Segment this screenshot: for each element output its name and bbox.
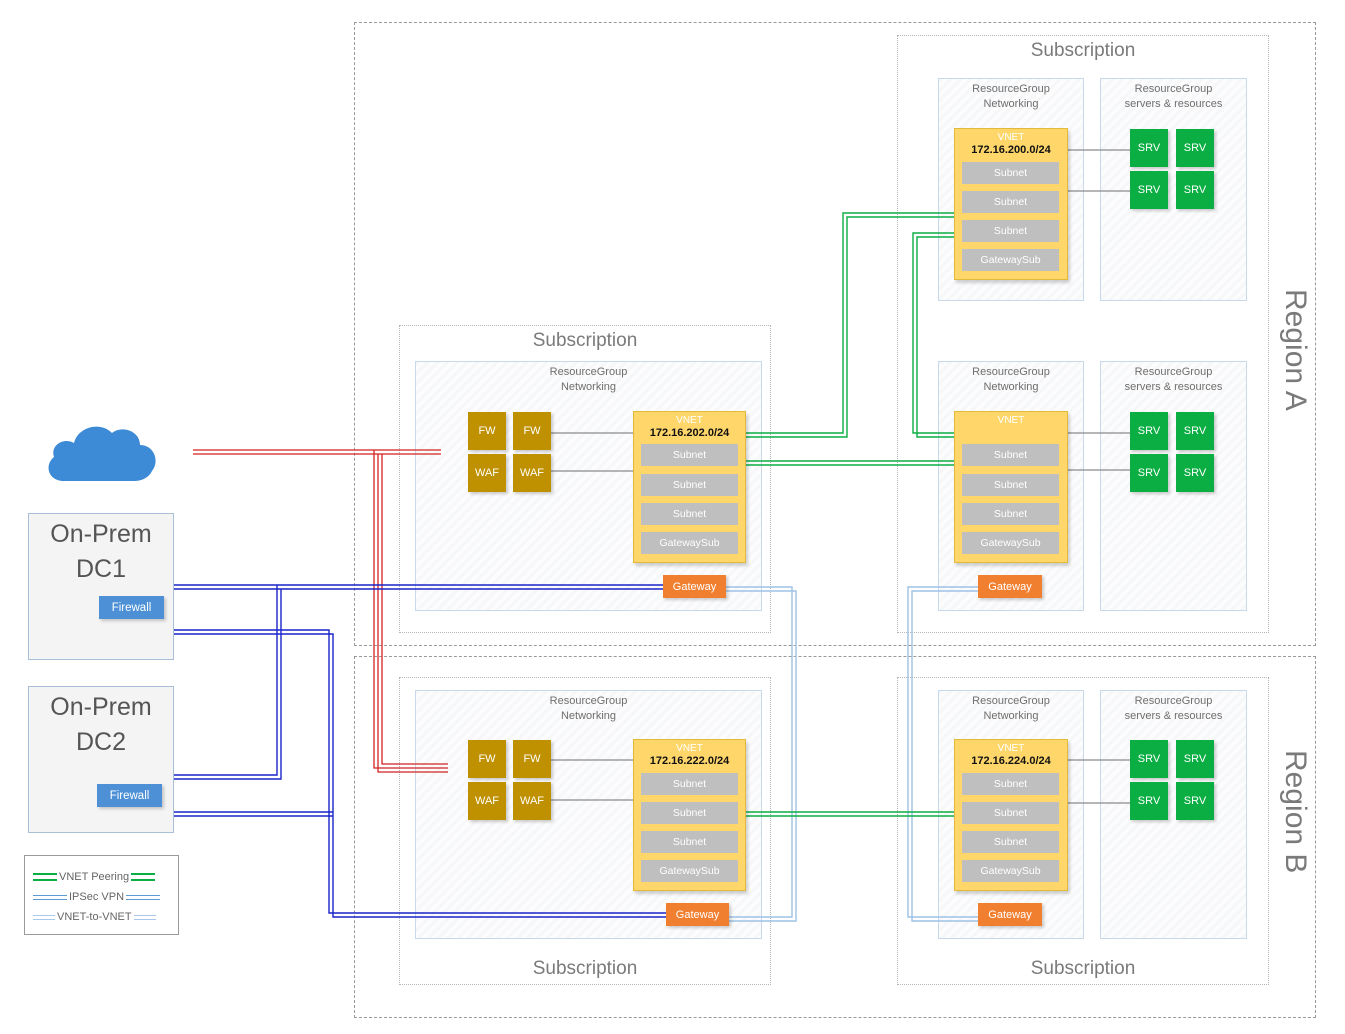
vnet-tag: VNET [997, 132, 1025, 143]
vnet-tag: VNET [997, 743, 1025, 754]
server[interactable]: SRV [1130, 782, 1168, 820]
gateway-subnet[interactable]: GatewaySub [641, 860, 738, 882]
gateway-subnet[interactable]: GatewaySub [962, 532, 1059, 554]
fw-appliance[interactable]: FW [513, 740, 551, 778]
subnet[interactable]: Subnet [962, 503, 1059, 525]
vnet-to-vnet-lines [726, 586, 978, 922]
gateway-mid-right[interactable]: Gateway [978, 575, 1042, 598]
vnet-tag: VNET [997, 415, 1025, 426]
vnet-cidr: 172.16.222.0/24 [649, 755, 730, 767]
legend-label: IPSec VPN [69, 891, 125, 903]
peering-lines [746, 212, 958, 817]
dc-label: On-Prem DC1 [50, 520, 152, 583]
server[interactable]: SRV [1130, 129, 1168, 167]
waf-appliance[interactable]: WAF [513, 454, 551, 492]
legend-swatch [33, 873, 57, 881]
fw-appliance[interactable]: FW [513, 412, 551, 450]
server[interactable]: SRV [1176, 454, 1214, 492]
subnet[interactable]: Subnet [641, 773, 738, 795]
server[interactable]: SRV [1176, 740, 1214, 778]
legend-label: VNET-to-VNET [57, 911, 132, 923]
server[interactable]: SRV [1176, 412, 1214, 450]
subnet[interactable]: Subnet [641, 802, 738, 824]
subnet[interactable]: Subnet [962, 191, 1059, 213]
legend-item-vnet-peering: VNET Peering [33, 867, 170, 887]
gateway-hub-b[interactable]: Gateway [666, 903, 729, 926]
gateway-bottom-right[interactable]: Gateway [978, 903, 1042, 926]
firewall-dc2[interactable]: Firewall [97, 784, 162, 807]
subnet[interactable]: Subnet [641, 503, 738, 525]
subnet[interactable]: Subnet [962, 444, 1059, 466]
subnet[interactable]: Subnet [962, 802, 1059, 824]
vpn-lines [172, 584, 666, 918]
server[interactable]: SRV [1176, 171, 1214, 209]
vnet-cidr: 172.16.200.0/24 [971, 144, 1051, 156]
vnet-tag: VNET [676, 743, 703, 754]
internet-cloud-icon [48, 426, 156, 481]
fw-appliance[interactable]: FW [468, 740, 506, 778]
legend: VNET Peering IPSec VPN VNET-to-VNET [24, 855, 179, 935]
server[interactable]: SRV [1130, 412, 1168, 450]
legend-swatch [126, 894, 161, 900]
subnet[interactable]: Subnet [962, 162, 1059, 184]
waf-appliance[interactable]: WAF [468, 454, 506, 492]
on-prem-dc1: On-Prem DC1 [28, 513, 174, 660]
legend-item-vnet-to-vnet: VNET-to-VNET [33, 907, 170, 927]
gateway-subnet[interactable]: GatewaySub [962, 860, 1059, 882]
gateway-subnet[interactable]: GatewaySub [641, 532, 738, 554]
fw-appliance[interactable]: FW [468, 412, 506, 450]
legend-swatch [33, 914, 55, 920]
firewall-dc1[interactable]: Firewall [99, 596, 164, 619]
legend-swatch [133, 914, 156, 920]
dc-label: On-Prem DC2 [50, 693, 152, 756]
legend-swatch [131, 873, 156, 881]
server[interactable]: SRV [1176, 782, 1214, 820]
legend-item-ipsec-vpn: IPSec VPN [33, 887, 170, 907]
internet-lines [193, 449, 448, 773]
vnet-tag: VNET [676, 415, 703, 426]
legend-label: VNET Peering [59, 871, 130, 883]
vnet-cidr: 172.16.202.0/24 [649, 427, 730, 439]
subnet[interactable]: Subnet [641, 444, 738, 466]
gateway-subnet[interactable]: GatewaySub [962, 249, 1059, 271]
server[interactable]: SRV [1130, 740, 1168, 778]
subnet[interactable]: Subnet [962, 220, 1059, 242]
server[interactable]: SRV [1176, 129, 1214, 167]
subnet[interactable]: Subnet [641, 831, 738, 853]
subnet[interactable]: Subnet [641, 474, 738, 496]
waf-appliance[interactable]: WAF [513, 782, 551, 820]
waf-appliance[interactable]: WAF [468, 782, 506, 820]
legend-swatch [33, 894, 67, 900]
vnet-cidr: 172.16.224.0/24 [971, 755, 1051, 767]
subnet[interactable]: Subnet [962, 773, 1059, 795]
on-prem-dc2: On-Prem DC2 [28, 686, 174, 833]
server[interactable]: SRV [1130, 171, 1168, 209]
server[interactable]: SRV [1130, 454, 1168, 492]
subnet[interactable]: Subnet [962, 474, 1059, 496]
gateway-hub-a[interactable]: Gateway [663, 575, 726, 598]
subnet[interactable]: Subnet [962, 831, 1059, 853]
